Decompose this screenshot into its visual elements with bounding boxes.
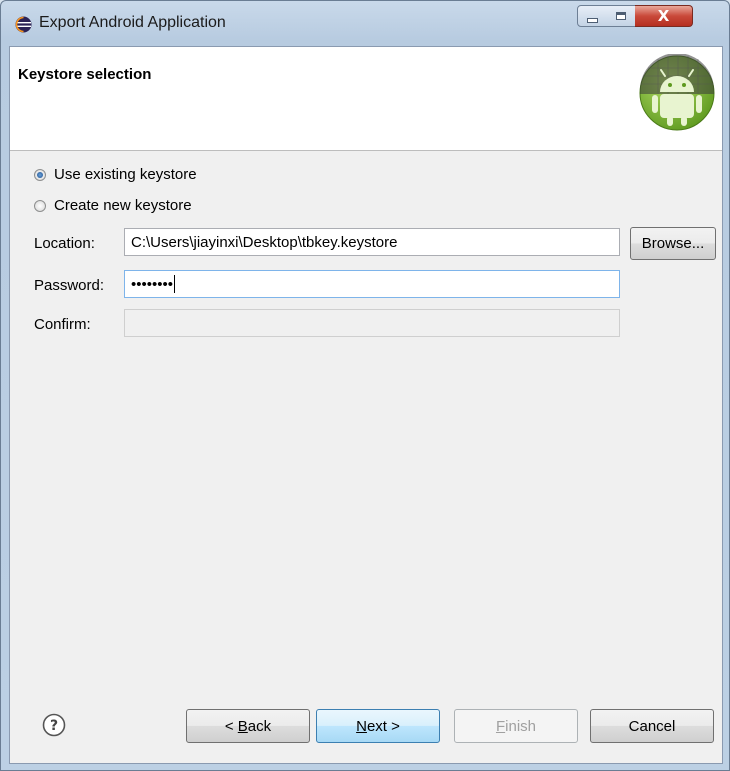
create-new-radio[interactable] [34, 199, 46, 212]
back-rest: ack [247, 717, 272, 735]
wizard-client-area: Keystore selection Use existing keystore… [9, 46, 723, 764]
confirm-label: Confirm: [34, 316, 91, 333]
location-value: C:\Users\jiayinxi\Desktop\tbkey.keystore [131, 233, 398, 251]
finish-rest: inish [505, 717, 537, 735]
browse-button[interactable]: Browse... [630, 227, 716, 260]
help-icon[interactable]: ? [42, 713, 66, 737]
password-value: •••••••• [131, 275, 174, 293]
location-input[interactable]: C:\Users\jiayinxi\Desktop\tbkey.keystore [124, 228, 620, 256]
create-new-keystore-option[interactable]: Create new keystore [34, 197, 192, 214]
maximize-button[interactable] [606, 5, 636, 27]
use-existing-keystore-option[interactable]: Use existing keystore [34, 166, 197, 183]
minimize-button[interactable] [577, 5, 607, 27]
next-mnemonic: N [356, 717, 367, 735]
use-existing-radio[interactable] [34, 168, 46, 181]
close-button[interactable]: X [635, 5, 693, 27]
create-new-label: Create new keystore [54, 197, 192, 214]
confirm-input[interactable] [124, 309, 620, 337]
eclipse-icon [15, 16, 32, 33]
close-icon: X [657, 7, 670, 25]
finish-mnemonic: F [495, 717, 506, 735]
export-wizard-window: Export Android Application X Keystore se… [0, 0, 730, 771]
title-bar[interactable]: Export Android Application X [1, 1, 729, 47]
use-existing-label: Use existing keystore [54, 166, 197, 183]
minimize-icon [586, 17, 598, 23]
next-rest: ext > [366, 717, 400, 735]
android-logo [639, 54, 715, 131]
text-caret [174, 275, 176, 293]
back-prefix: < [224, 717, 238, 735]
password-label: Password: [34, 277, 105, 294]
window-title: Export Android Application [39, 14, 226, 31]
finish-button[interactable]: Finish [454, 709, 578, 743]
wizard-header: Keystore selection [10, 47, 722, 151]
next-button[interactable]: Next > [316, 709, 440, 743]
cancel-button[interactable]: Cancel [590, 709, 714, 743]
location-label: Location: [34, 235, 95, 252]
page-title: Keystore selection [18, 66, 152, 83]
back-button[interactable]: < Back [186, 709, 310, 743]
maximize-icon [615, 12, 626, 20]
back-mnemonic: B [237, 717, 248, 735]
password-input[interactable]: •••••••• [124, 270, 620, 298]
svg-text:?: ? [50, 718, 58, 734]
